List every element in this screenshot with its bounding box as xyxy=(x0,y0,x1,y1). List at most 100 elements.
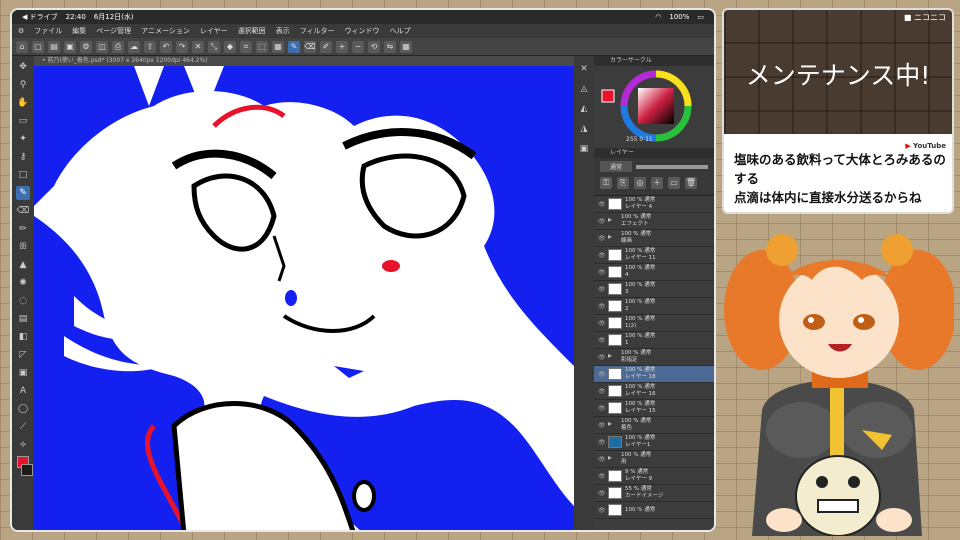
visibility-eye-icon[interactable]: 👁 xyxy=(598,388,606,395)
menu-view[interactable]: 表示 xyxy=(276,26,290,36)
layer-row[interactable]: 👁 100 % 通常 1(2) xyxy=(594,315,714,332)
select-tool-icon[interactable]: ▭ xyxy=(16,114,30,128)
visibility-eye-icon[interactable]: 👁 xyxy=(598,286,606,293)
clear-icon[interactable]: ✕ xyxy=(192,40,204,53)
layer-row[interactable]: 👁 100 % 通常 1 xyxy=(594,332,714,349)
text-tool-icon[interactable]: A xyxy=(16,384,30,398)
settings-icon[interactable]: ⚙ xyxy=(80,40,92,53)
pen-icon[interactable]: ✎ xyxy=(288,40,300,53)
ruler-tool-icon[interactable]: ⟋ xyxy=(16,420,30,434)
open-file-icon[interactable]: ▤ xyxy=(48,40,60,53)
opacity-slider[interactable] xyxy=(636,164,708,169)
visibility-eye-icon[interactable]: 👁 xyxy=(598,218,606,225)
undo-icon[interactable]: ↶ xyxy=(160,40,172,53)
rotate-icon[interactable]: ⟲ xyxy=(368,40,380,53)
visibility-eye-icon[interactable]: 👁 xyxy=(598,235,606,242)
visibility-eye-icon[interactable]: 👁 xyxy=(598,320,606,327)
new-file-icon[interactable]: ▢ xyxy=(32,40,44,53)
correct-tool-icon[interactable]: ⟡ xyxy=(16,438,30,452)
layer-row[interactable]: 👁 100 % 通常 4 xyxy=(594,264,714,281)
menu-file[interactable]: ファイル xyxy=(34,26,62,36)
select-icon[interactable]: ⬚ xyxy=(256,40,268,53)
share-icon[interactable]: ⇪ xyxy=(144,40,156,53)
grid-icon[interactable]: ▦ xyxy=(400,40,412,53)
visibility-eye-icon[interactable]: 👁 xyxy=(598,269,606,276)
visibility-eye-icon[interactable]: 👁 xyxy=(598,405,606,412)
balloon-tool-icon[interactable]: ◯ xyxy=(16,402,30,416)
menu-help[interactable]: ヘルプ xyxy=(390,26,411,36)
drawing-canvas[interactable] xyxy=(34,66,574,530)
layer-row[interactable]: 👁 100 % 通常 レイヤー1 xyxy=(594,434,714,451)
layer-row[interactable]: 👁 ▸ 100 % 通常用 xyxy=(594,451,714,468)
cloud-icon[interactable]: ☁ xyxy=(128,40,140,53)
eraser-tool-icon[interactable]: ⌫ xyxy=(16,204,30,218)
blend-tool-icon[interactable]: ◌ xyxy=(16,294,30,308)
new-layer-icon[interactable]: ＋ xyxy=(651,177,663,189)
print-icon[interactable]: ⎙ xyxy=(112,40,124,53)
brush-tool-icon[interactable]: ꕥ xyxy=(16,240,30,254)
layer-row[interactable]: 👁 100 % 通常 レイヤー 18 xyxy=(594,366,714,383)
visibility-eye-icon[interactable]: 👁 xyxy=(598,439,606,446)
pencil-tool-icon[interactable]: ✏ xyxy=(16,222,30,236)
reference-icon[interactable]: ◎ xyxy=(634,177,646,189)
lock-icon[interactable]: ⚿ xyxy=(600,177,612,189)
gradient-tool-icon[interactable]: ▤ xyxy=(16,312,30,326)
airbrush-tool-icon[interactable]: ✺ xyxy=(16,276,30,290)
layer-row[interactable]: 👁 100 % 通常 レイヤー 15 xyxy=(594,400,714,417)
layer-row[interactable]: 👁 100 % 通常 レイヤー 11 xyxy=(594,247,714,264)
menu-edit[interactable]: 編集 xyxy=(72,26,86,36)
layer-row[interactable]: 👁 100 % 通常 2 xyxy=(594,298,714,315)
flip-icon[interactable]: ⇋ xyxy=(384,40,396,53)
menu-filter[interactable]: フィルター xyxy=(300,26,335,36)
move-tool-icon[interactable]: ✥ xyxy=(16,60,30,74)
wand-tool-icon[interactable]: ✦ xyxy=(16,132,30,146)
save-icon[interactable]: ▣ xyxy=(64,40,76,53)
layer-row[interactable]: 👁 100 % 通常 レイヤー 16 xyxy=(594,383,714,400)
menu-window[interactable]: ウィンドウ xyxy=(345,26,380,36)
visibility-eye-icon[interactable]: 👁 xyxy=(598,473,606,480)
visibility-eye-icon[interactable]: 👁 xyxy=(598,490,606,497)
ruler-icon[interactable]: ▦ xyxy=(272,40,284,53)
layer-row[interactable]: 👁 ▸ 100 % 通常 エフェクト xyxy=(594,213,714,230)
menu-animation[interactable]: アニメーション xyxy=(141,26,190,36)
fill-icon[interactable]: ◆ xyxy=(224,40,236,53)
zoom-tool-icon[interactable]: ⚲ xyxy=(16,78,30,92)
layer-row[interactable]: 👁 100 % 通常 xyxy=(594,502,714,519)
eraser-icon[interactable]: ⌫ xyxy=(304,40,316,53)
eyedropper-tool-icon[interactable]: ⚷ xyxy=(16,150,30,164)
color-wheel-graphic[interactable] xyxy=(594,66,716,148)
blend-mode-select[interactable]: 通常 xyxy=(600,161,633,172)
material-icon[interactable]: ▣ xyxy=(577,142,591,156)
layer-row[interactable]: 👁 100 % 通常 レイヤー 4 xyxy=(594,196,714,213)
home-icon[interactable]: ⌂ xyxy=(16,40,28,53)
tool-property-icon[interactable]: ◮ xyxy=(577,122,591,136)
visibility-eye-icon[interactable]: 👁 xyxy=(598,337,606,344)
layer-row[interactable]: 👁 100 % 通常 3 xyxy=(594,281,714,298)
visibility-eye-icon[interactable]: 👁 xyxy=(598,201,606,208)
layer-row[interactable]: 👁 9 % 通常 レイヤー 9 xyxy=(594,468,714,485)
layer-row[interactable]: 👁 ▸ 100 % 通常 影指定 xyxy=(594,349,714,366)
layer-row[interactable]: 👁 ▸ 100 % 通常 着色 xyxy=(594,417,714,434)
figure-tool-icon[interactable]: ◸ xyxy=(16,348,30,362)
frame-tool-icon[interactable]: ▣ xyxy=(16,366,30,380)
close-icon[interactable]: ✕ xyxy=(577,62,591,76)
menu-selection[interactable]: 選択範囲 xyxy=(238,26,266,36)
visibility-eye-icon[interactable]: 👁 xyxy=(598,303,606,310)
layer-icon[interactable]: ◫ xyxy=(96,40,108,53)
crop-icon[interactable]: ⌗ xyxy=(240,40,252,53)
pen-tool-icon[interactable]: ✎ xyxy=(16,186,30,200)
back-link[interactable]: ◀ ドライブ xyxy=(22,12,58,22)
visibility-eye-icon[interactable]: 👁 xyxy=(598,422,606,429)
folder-icon[interactable]: ▭ xyxy=(668,177,680,189)
visibility-eye-icon[interactable]: 👁 xyxy=(598,354,606,361)
zoom-in-icon[interactable]: + xyxy=(336,40,348,53)
sub-color-swatch[interactable] xyxy=(21,464,33,476)
brush-icon[interactable]: ✐ xyxy=(320,40,332,53)
layer-row[interactable]: 👁 55 % 通常 カードイメージ xyxy=(594,485,714,502)
color-circle[interactable]: 255 0 11 xyxy=(594,66,714,148)
visibility-eye-icon[interactable]: 👁 xyxy=(598,371,606,378)
visibility-eye-icon[interactable]: 👁 xyxy=(598,252,606,259)
menu-layer[interactable]: レイヤー xyxy=(200,26,228,36)
layer-row[interactable]: 👁 ▸ 100 % 通常 線画 xyxy=(594,230,714,247)
sub-tool-icon[interactable]: ◬ xyxy=(577,82,591,96)
